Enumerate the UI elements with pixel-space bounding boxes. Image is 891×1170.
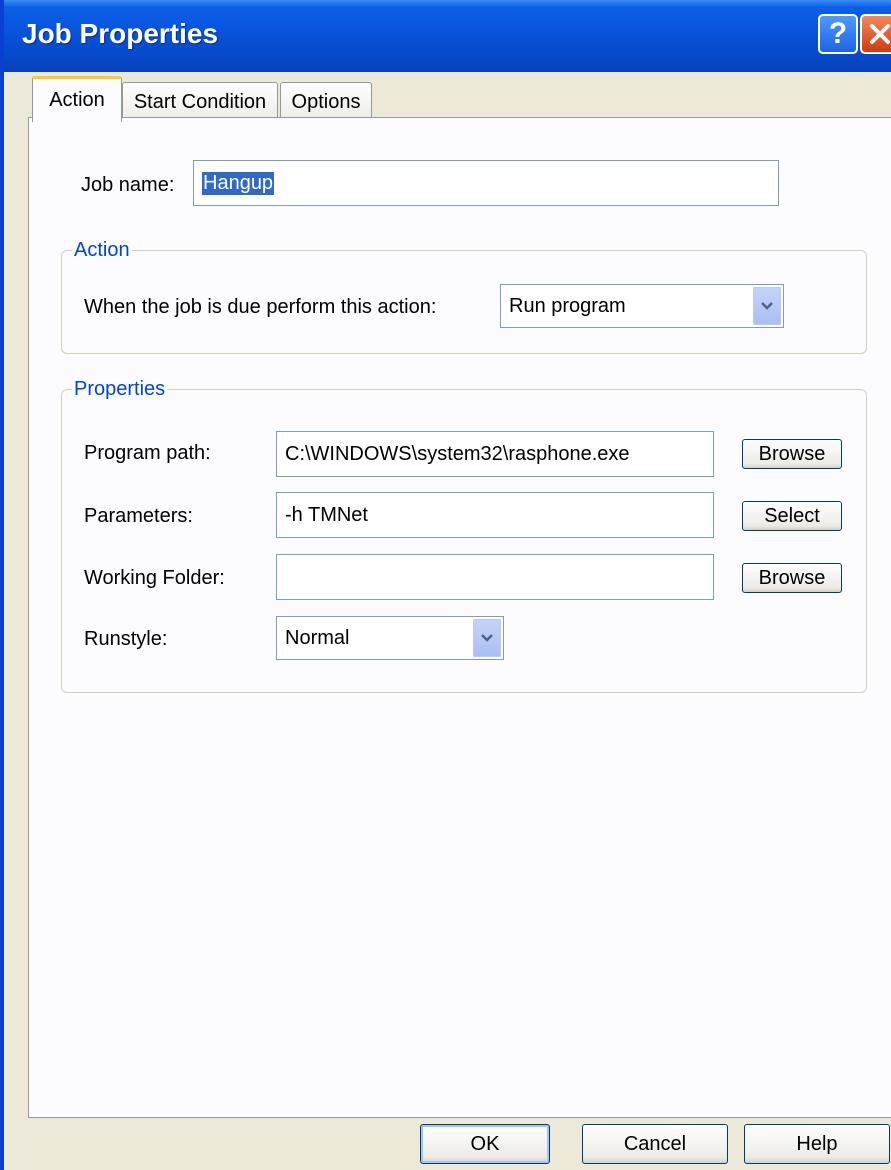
program-path-label: Program path: [84, 442, 211, 464]
program-path-input[interactable]: C:\WINDOWS\system32\rasphone.exe [276, 431, 714, 477]
job-name-label: Job name: [81, 174, 175, 196]
cancel-button[interactable]: Cancel [582, 1124, 728, 1164]
parameters-select-button[interactable]: Select [742, 501, 842, 531]
tab-label: Options [291, 91, 361, 113]
program-path-browse-button[interactable]: Browse [742, 439, 842, 469]
runstyle-dropdown-button[interactable] [473, 619, 501, 657]
button-label: OK [470, 1132, 500, 1155]
parameters-input[interactable]: -h TMNet [276, 492, 714, 538]
button-label: Select [764, 504, 820, 527]
chevron-down-icon [481, 634, 493, 642]
tab-label: Action [49, 89, 105, 111]
question-mark-icon: ? [828, 17, 848, 50]
chevron-down-icon [761, 302, 773, 310]
job-properties-window: Job Properties ? Action Start Condition … [0, 0, 891, 1170]
runstyle-label: Runstyle: [84, 628, 168, 650]
action-groupbox: Action When the job is due perform this … [61, 239, 867, 354]
action-label: When the job is due perform this action: [84, 296, 437, 318]
window-title: Job Properties [22, 18, 219, 49]
runstyle-dropdown[interactable]: Normal [276, 616, 504, 660]
parameters-label: Parameters: [84, 505, 193, 527]
properties-group-legend: Properties [72, 378, 168, 401]
title-bar[interactable]: Job Properties ? [4, 0, 891, 72]
button-label: Cancel [623, 1132, 687, 1155]
parameters-value: -h TMNet [285, 503, 368, 526]
close-title-button[interactable] [860, 14, 891, 54]
ok-button[interactable]: OK [420, 1124, 550, 1164]
help-button[interactable]: Help [744, 1124, 890, 1164]
working-folder-browse-button[interactable]: Browse [742, 563, 842, 593]
working-folder-input[interactable] [276, 554, 714, 600]
help-title-button[interactable]: ? [818, 14, 858, 54]
button-label: Browse [758, 566, 826, 589]
action-dropdown-value: Run program [509, 294, 626, 317]
job-name-input[interactable]: Hangup [193, 160, 779, 206]
action-dropdown[interactable]: Run program [500, 284, 784, 328]
tab-options[interactable]: Options [280, 82, 372, 122]
tab-action[interactable]: Action [32, 76, 122, 122]
close-x-icon [870, 24, 890, 44]
tab-start-condition[interactable]: Start Condition [122, 82, 278, 122]
job-name-value: Hangup [202, 171, 275, 195]
button-label: Help [796, 1132, 838, 1155]
tab-label: Start Condition [133, 91, 267, 113]
button-label: Browse [758, 442, 826, 465]
runstyle-dropdown-value: Normal [285, 626, 350, 649]
working-folder-label: Working Folder: [84, 567, 225, 589]
action-group-legend: Action [72, 239, 132, 262]
program-path-value: C:\WINDOWS\system32\rasphone.exe [285, 442, 630, 465]
tab-panel-action: Job name: Hangup Action When the job is … [28, 117, 891, 1118]
properties-groupbox: Properties Program path: C:\WINDOWS\syst… [61, 378, 867, 693]
action-dropdown-button[interactable] [753, 287, 781, 325]
